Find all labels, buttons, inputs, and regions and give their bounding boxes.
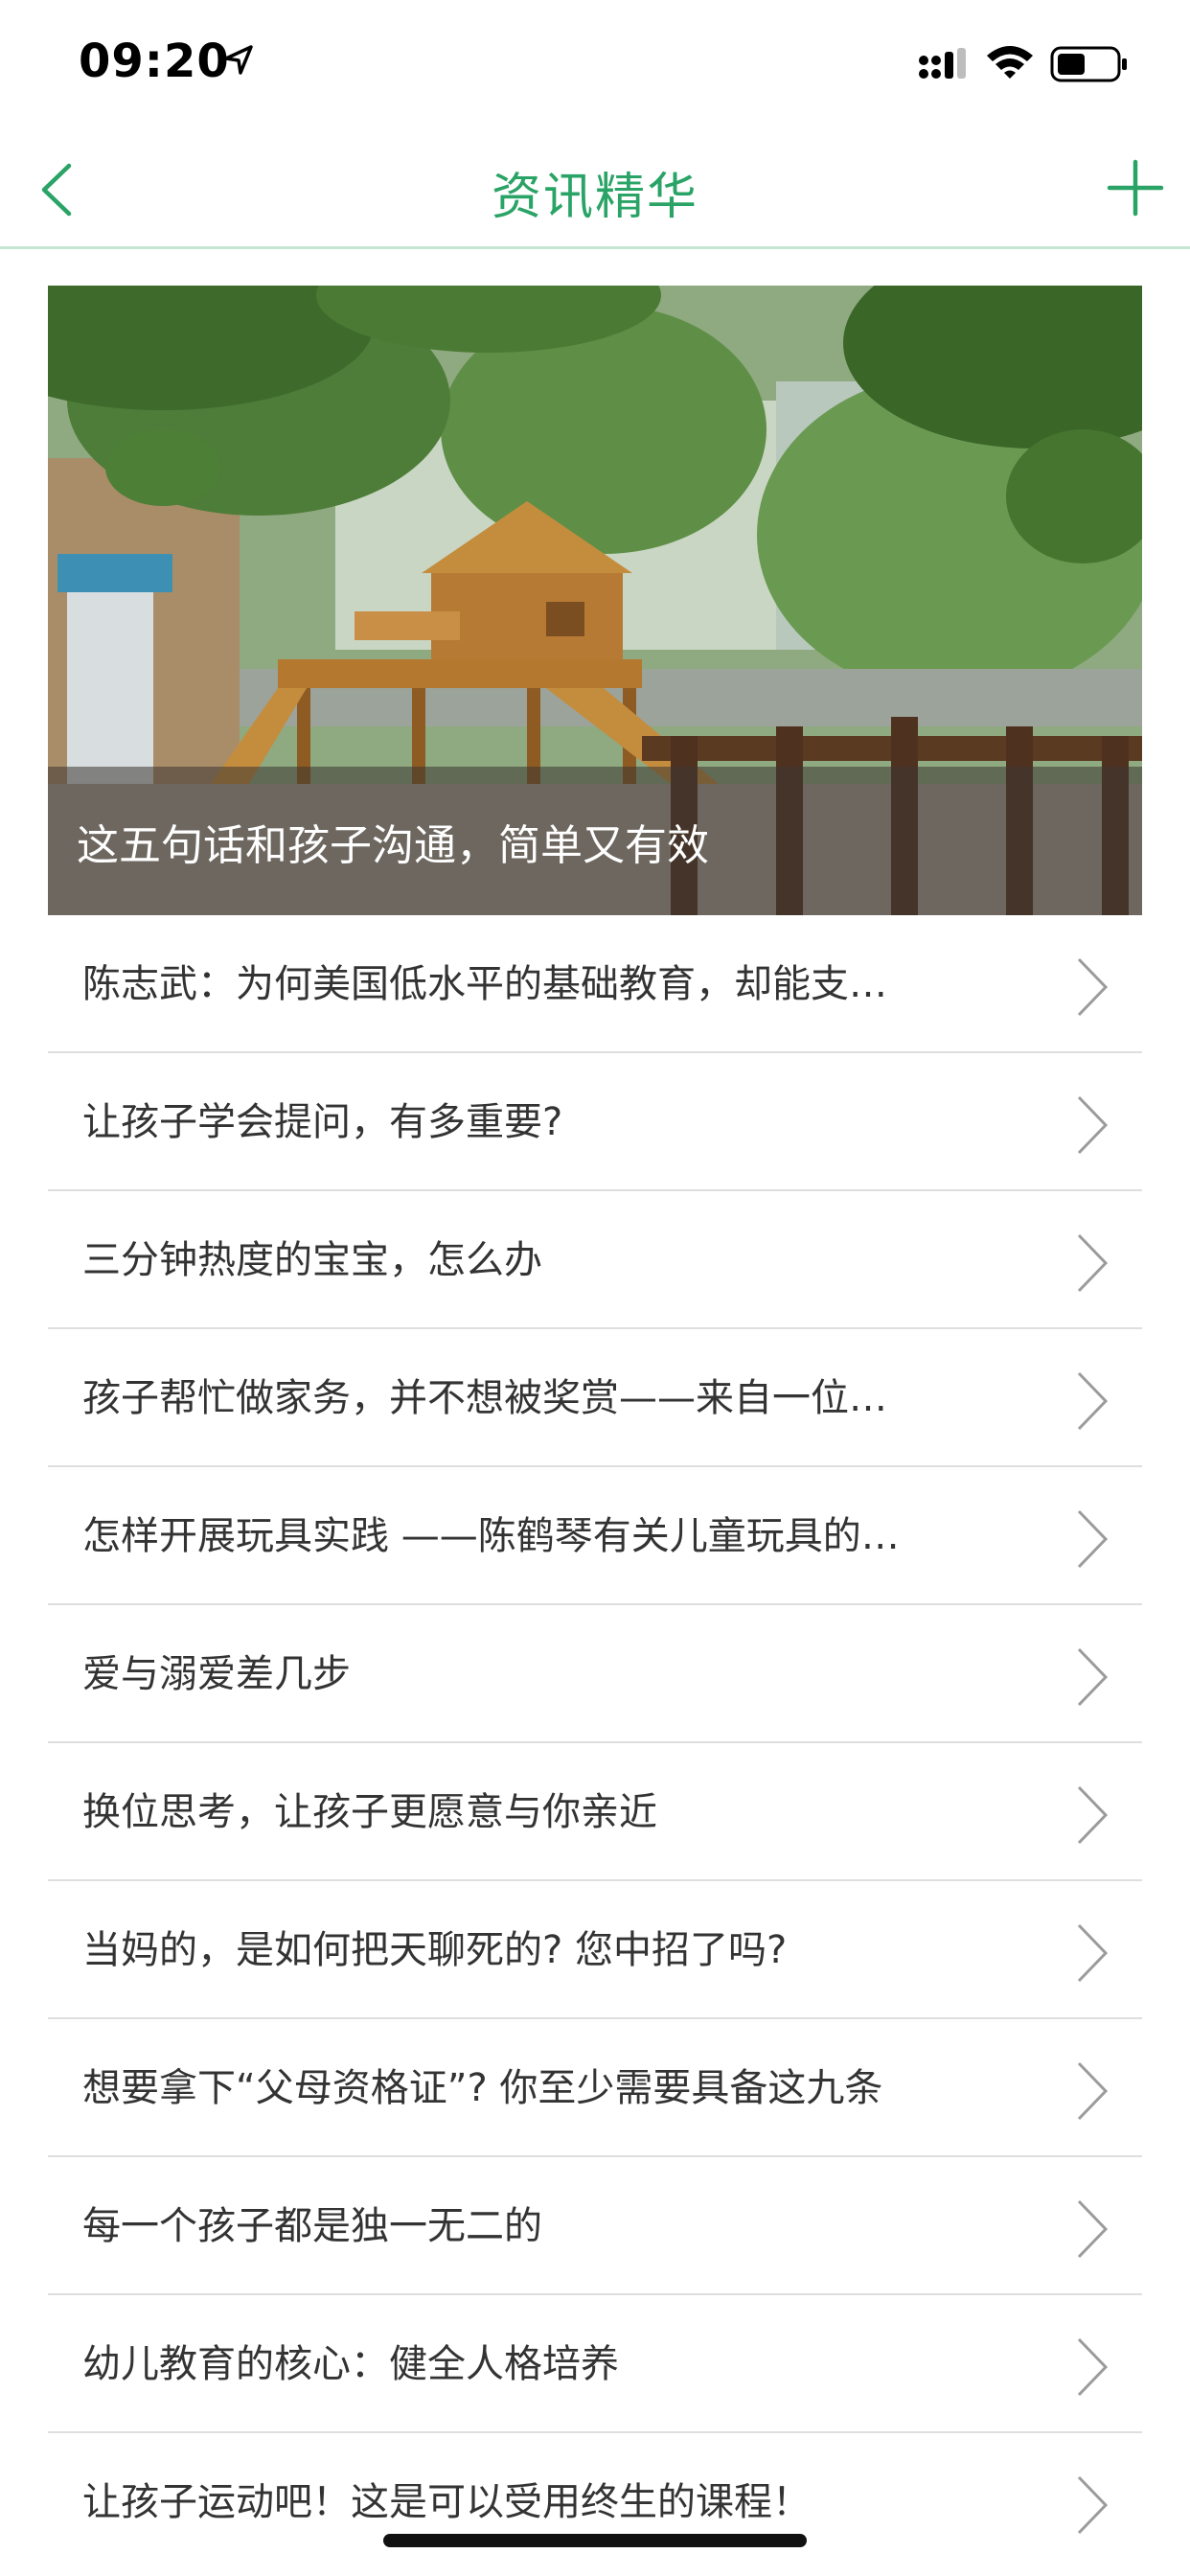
chevron-right-icon: [1077, 1647, 1109, 1707]
cellular-signal-icon: [919, 48, 966, 79]
chevron-right-icon: [1077, 957, 1109, 1017]
add-icon[interactable]: [1104, 156, 1167, 219]
chevron-right-icon: [1077, 1233, 1109, 1293]
list-item[interactable]: 让孩子运动吧！这是可以受用终生的课程！: [48, 2433, 1142, 2571]
list-item[interactable]: 换位思考，让孩子更愿意与你亲近: [48, 1743, 1142, 1881]
list-item-title: 想要拿下“父母资格证”? 你至少需要具备这九条: [82, 2066, 883, 2110]
chevron-right-icon: [1077, 2199, 1109, 2259]
list-item[interactable]: 让孩子学会提问，有多重要?: [48, 1053, 1142, 1191]
status-bar: 09:20: [0, 0, 1190, 129]
banner-caption: 这五句话和孩子沟通，简单又有效: [77, 821, 709, 870]
list-item[interactable]: 怎样开展玩具实践 ——陈鹤琴有关儿童玩具的…: [48, 1467, 1142, 1605]
wifi-icon: [987, 46, 1033, 79]
chevron-right-icon: [1077, 1509, 1109, 1569]
status-time: 09:20: [79, 34, 230, 88]
list-item-title: 当妈的，是如何把天聊死的? 您中招了吗?: [82, 1928, 788, 1972]
list-item-title: 孩子帮忙做家务，并不想被奖赏——来自一位…: [82, 1376, 887, 1420]
list-item[interactable]: 幼儿教育的核心：健全人格培养: [48, 2295, 1142, 2433]
list-item[interactable]: 三分钟热度的宝宝，怎么办: [48, 1191, 1142, 1329]
list-item-title: 怎样开展玩具实践 ——陈鹤琴有关儿童玩具的…: [82, 1514, 900, 1558]
chevron-right-icon: [1077, 1923, 1109, 1983]
home-indicator[interactable]: [383, 2534, 807, 2547]
featured-banner[interactable]: 这五句话和孩子沟通，简单又有效: [48, 286, 1142, 915]
chevron-right-icon: [1077, 2061, 1109, 2121]
list-item-title: 三分钟热度的宝宝，怎么办: [82, 1238, 542, 1282]
navigation-bar: 资讯精华: [0, 129, 1190, 249]
chevron-right-icon: [1077, 2475, 1109, 2535]
chevron-right-icon: [1077, 1785, 1109, 1845]
list-item[interactable]: 爱与溺爱差几步: [48, 1605, 1142, 1743]
list-item-title: 幼儿教育的核心：健全人格培养: [82, 2342, 619, 2386]
list-item-title: 换位思考，让孩子更愿意与你亲近: [82, 1790, 657, 1834]
chevron-right-icon: [1077, 1371, 1109, 1431]
list-item[interactable]: 每一个孩子都是独一无二的: [48, 2157, 1142, 2295]
page-title: 资讯精华: [491, 169, 698, 226]
list-item-title: 陈志武：为何美国低水平的基础教育，却能支…: [82, 962, 887, 1006]
list-item-title: 让孩子运动吧！这是可以受用终生的课程！: [82, 2480, 811, 2524]
list-item[interactable]: 当妈的，是如何把天聊死的? 您中招了吗?: [48, 1881, 1142, 2019]
chevron-right-icon: [1077, 1095, 1109, 1155]
list-item[interactable]: 孩子帮忙做家务，并不想被奖赏——来自一位…: [48, 1329, 1142, 1467]
list-item-title: 每一个孩子都是独一无二的: [82, 2204, 542, 2248]
news-list: 陈志武：为何美国低水平的基础教育，却能支… 让孩子学会提问，有多重要? 三分钟热…: [48, 915, 1142, 2571]
location-arrow-icon: [224, 45, 253, 75]
battery-icon: [1050, 46, 1127, 82]
list-item[interactable]: 陈志武：为何美国低水平的基础教育，却能支…: [48, 915, 1142, 1053]
list-item-title: 让孩子学会提问，有多重要?: [82, 1100, 563, 1144]
list-item-title: 爱与溺爱差几步: [82, 1652, 351, 1696]
chevron-right-icon: [1077, 2337, 1109, 2397]
list-item[interactable]: 想要拿下“父母资格证”? 你至少需要具备这九条: [48, 2019, 1142, 2157]
